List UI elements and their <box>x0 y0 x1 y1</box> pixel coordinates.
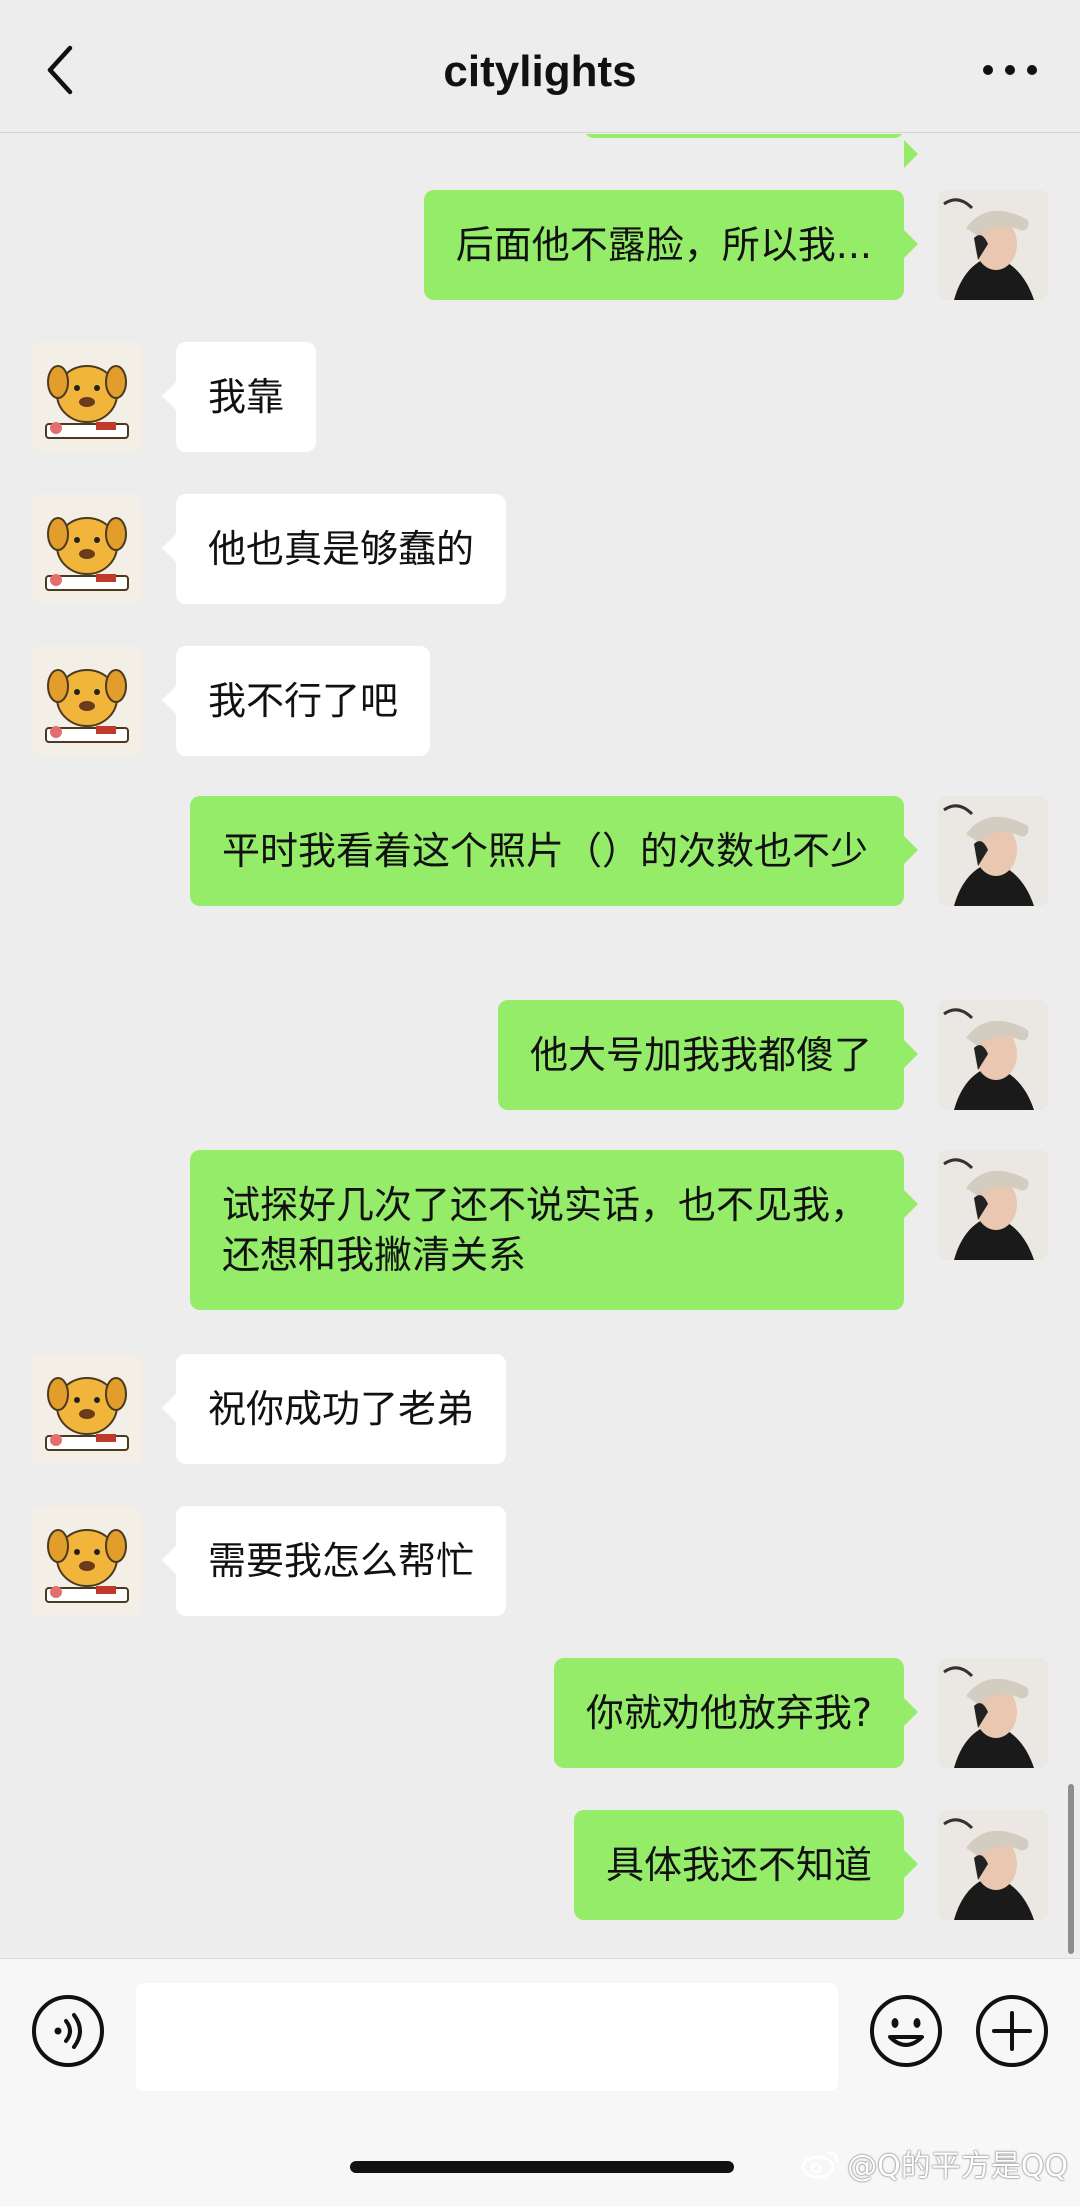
portrait-photo <box>938 1658 1048 1768</box>
portrait-photo <box>938 1000 1048 1110</box>
my-avatar[interactable] <box>938 1810 1048 1920</box>
my-avatar[interactable] <box>938 1000 1048 1110</box>
message-bubble[interactable]: 祝你成功了老弟 <box>161 1354 507 1464</box>
more-button[interactable] <box>980 60 1040 80</box>
message-bubble[interactable]: 具体我还不知道 <box>573 1810 919 1920</box>
my-avatar[interactable] <box>938 1150 1048 1260</box>
my-avatar[interactable] <box>938 190 1048 300</box>
message-list[interactable]: 后面他不露脸，所以我... 我靠 他也真是够蠢的 我不行了吧 平时我看着这个照片… <box>0 134 1080 1958</box>
friend-avatar[interactable] <box>32 494 142 604</box>
message-bubble[interactable]: 我靠 <box>161 342 317 452</box>
emoji-icon <box>870 1995 942 2067</box>
cartoon-dog-avatar <box>32 646 142 756</box>
portrait-photo <box>938 1810 1048 1920</box>
voice-icon <box>32 1995 104 2067</box>
friend-avatar[interactable] <box>32 646 142 756</box>
my-avatar[interactable] <box>938 1658 1048 1768</box>
cartoon-dog-avatar <box>32 342 142 452</box>
message-bubble[interactable]: 平时我看着这个照片（）的次数也不少 <box>190 796 918 906</box>
chat-title: citylights <box>443 47 637 96</box>
my-avatar[interactable] <box>938 796 1048 906</box>
plus-icon <box>976 1995 1048 2067</box>
more-dots-icon <box>983 65 1037 75</box>
message-bubble[interactable]: 他大号加我我都傻了 <box>497 1000 919 1110</box>
voice-button[interactable] <box>30 1993 106 2069</box>
weibo-logo-icon <box>801 2151 839 2179</box>
home-indicator[interactable] <box>350 2161 734 2173</box>
portrait-photo <box>938 796 1048 906</box>
nav-bar: citylights <box>0 0 1080 133</box>
cartoon-dog-avatar <box>32 1506 142 1616</box>
message-bubble[interactable]: 后面他不露脸，所以我... <box>423 190 919 300</box>
watermark-text: @Q的平方是QQ <box>847 2149 1068 2184</box>
portrait-photo <box>938 1150 1048 1260</box>
input-toolbar: @Q的平方是QQ <box>0 1958 1080 2206</box>
portrait-photo <box>938 190 1048 300</box>
message-bubble[interactable]: 你就劝他放弃我? <box>553 1658 919 1768</box>
friend-avatar[interactable] <box>32 342 142 452</box>
message-bubble[interactable]: 试探好几次了还不说实话，也不见我，还想和我撇清关系 <box>190 1150 918 1310</box>
cartoon-dog-avatar <box>32 1354 142 1464</box>
watermark: @Q的平方是QQ <box>801 2141 1068 2185</box>
more-features-button[interactable] <box>974 1993 1050 2069</box>
message-bubble-partial[interactable] <box>584 134 918 168</box>
friend-avatar[interactable] <box>32 1506 142 1616</box>
message-input[interactable] <box>136 1983 838 2091</box>
cartoon-dog-avatar <box>32 494 142 604</box>
message-bubble[interactable]: 他也真是够蠢的 <box>161 494 507 604</box>
friend-avatar[interactable] <box>32 1354 142 1464</box>
message-bubble[interactable]: 我不行了吧 <box>161 646 431 756</box>
emoji-button[interactable] <box>868 1993 944 2069</box>
scrollbar[interactable] <box>1068 1784 1074 1954</box>
message-bubble[interactable]: 需要我怎么帮忙 <box>161 1506 507 1616</box>
